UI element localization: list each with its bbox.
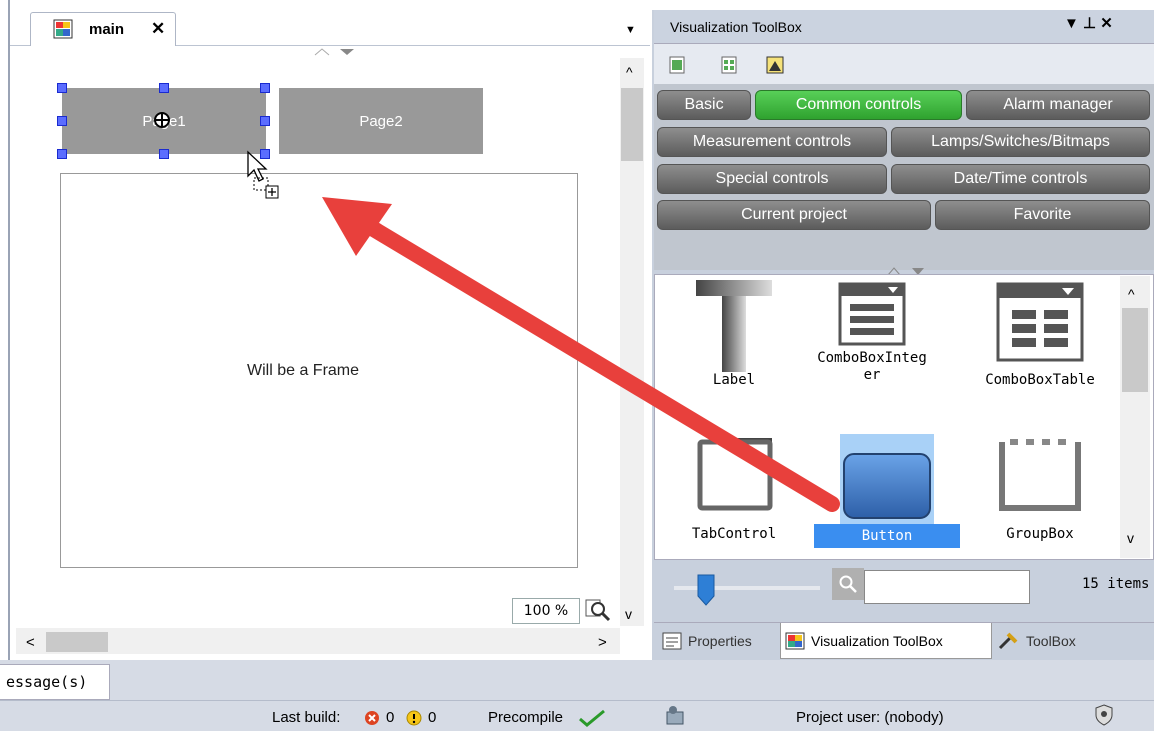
zoom-level-field[interactable]: 100 % [512, 598, 580, 624]
toolbox-item-button[interactable]: Button [814, 434, 960, 548]
security-shield-icon[interactable] [1094, 704, 1114, 726]
label-icon [696, 280, 772, 372]
item-caption: Label [712, 372, 756, 388]
tab-label: Visualization ToolBox [811, 632, 943, 649]
tab-main[interactable]: main ✕ [30, 12, 176, 46]
category-alarm-manager[interactable]: Alarm manager [966, 90, 1150, 120]
visualization-icon [53, 19, 73, 39]
tab-main-label: main [89, 21, 125, 38]
resize-handle[interactable] [57, 149, 67, 159]
resize-handle[interactable] [159, 149, 169, 159]
category-favorite[interactable]: Favorite [935, 200, 1150, 230]
zoom-icon[interactable] [584, 596, 612, 624]
element-list-icon[interactable] [668, 56, 686, 74]
frame-placeholder-label: Will be a Frame [247, 362, 360, 379]
element-grid-icon[interactable] [720, 56, 738, 74]
search-icon [832, 568, 864, 600]
tab-toolbox[interactable]: ToolBox [994, 623, 1104, 659]
checkmark-icon [579, 709, 605, 727]
category-basic[interactable]: Basic [657, 90, 751, 120]
warning-count: 0 [428, 709, 437, 726]
error-count: 0 [386, 709, 395, 726]
toolbox-item-tabcontrol[interactable]: TabControl [674, 436, 794, 542]
groupbox-icon [999, 439, 1081, 511]
category-current-project[interactable]: Current project [657, 200, 931, 230]
item-caption: ComboBoxInteg er [817, 350, 927, 383]
zoom-level: 100 % [523, 603, 569, 619]
precompile-label: Precompile [488, 709, 564, 726]
drag-copy-cursor-icon [247, 150, 279, 199]
search-input[interactable] [864, 570, 1030, 604]
panel-tabs: Properties Visualization ToolBox ToolBox [654, 622, 1154, 659]
toolbox-item-label[interactable]: Label [674, 280, 794, 388]
item-caption: TabControl [691, 526, 777, 542]
status-bar: Last build: 0 0 Precompile Project user:… [0, 700, 1154, 731]
page2-button-element[interactable]: Page2 [279, 88, 483, 154]
scroll-down-icon[interactable]: v [1127, 530, 1134, 546]
tab-list-dropdown-icon[interactable]: ▼ [625, 24, 636, 36]
scroll-up-icon[interactable]: ^ [626, 64, 633, 80]
resize-handle[interactable] [57, 116, 67, 126]
category-special-controls[interactable]: Special controls [657, 164, 887, 194]
scroll-right-icon[interactable]: > [598, 634, 607, 651]
toolbox-toolbar [654, 44, 1154, 84]
category-measurement-controls[interactable]: Measurement controls [657, 127, 887, 157]
resize-handle[interactable] [260, 83, 270, 93]
close-icon[interactable]: ✕ [151, 19, 165, 39]
resize-handle[interactable] [57, 83, 67, 93]
scroll-up-icon[interactable]: ^ [1128, 286, 1135, 302]
tab-visualization-toolbox[interactable]: Visualization ToolBox [780, 623, 992, 659]
warning-icon [406, 710, 422, 726]
items-scroll-thumb[interactable] [1122, 308, 1148, 392]
move-cursor-icon [154, 112, 170, 128]
project-user: Project user: (nobody) [796, 709, 944, 726]
button-icon [843, 453, 931, 519]
tools-icon [998, 632, 1018, 650]
image-pool-icon[interactable] [766, 56, 784, 74]
scroll-left-icon[interactable]: < [26, 634, 35, 651]
tab-control-icon [697, 438, 773, 511]
icon-size-slider-thumb[interactable] [697, 574, 715, 606]
combobox-integer-icon [838, 282, 906, 346]
page2-label: Page2 [359, 112, 403, 130]
item-caption: Button [814, 524, 960, 548]
tab-label: Properties [688, 633, 752, 649]
toolbox-item-comboboxinteger[interactable]: ComboBoxInteg er [812, 282, 932, 384]
category-lamps-switches-bitmaps[interactable]: Lamps/Switches/Bitmaps [891, 127, 1150, 157]
toolbox-title: Visualization ToolBox [670, 19, 802, 35]
category-common-controls[interactable]: Common controls [755, 90, 962, 120]
combobox-table-icon [996, 282, 1084, 362]
error-icon [365, 711, 379, 725]
editor-vertical-scroll-thumb[interactable] [621, 88, 643, 161]
toolbox-item-comboboxtable[interactable]: ComboBoxTable [980, 282, 1100, 388]
category-date-time-controls[interactable]: Date/Time controls [891, 164, 1150, 194]
editor-border [8, 0, 10, 660]
properties-icon [662, 632, 682, 650]
items-count: 15 items [1082, 576, 1150, 592]
last-build-label: Last build: [272, 709, 341, 726]
messages-strip [0, 660, 1154, 700]
item-caption: GroupBox [1006, 526, 1074, 542]
toolbox-item-groupbox[interactable]: GroupBox [980, 436, 1100, 542]
visualization-toolbox-icon [785, 632, 805, 649]
resize-handle[interactable] [159, 83, 169, 93]
splitter-grip-icon[interactable] [310, 48, 360, 56]
icon-size-slider-track[interactable] [674, 586, 820, 590]
resize-handle[interactable] [260, 116, 270, 126]
panel-controls[interactable]: ▼ ⊥ ✕ [1064, 14, 1113, 32]
item-caption: ComboBoxTable [985, 372, 1095, 388]
project-user-icon[interactable] [664, 704, 686, 726]
editor-horizontal-scroll-thumb[interactable] [46, 632, 108, 652]
tab-label: ToolBox [1026, 633, 1076, 649]
scroll-down-icon[interactable]: v [625, 606, 632, 622]
tab-properties[interactable]: Properties [658, 623, 776, 659]
tab-messages[interactable]: essage(s) [0, 664, 110, 700]
